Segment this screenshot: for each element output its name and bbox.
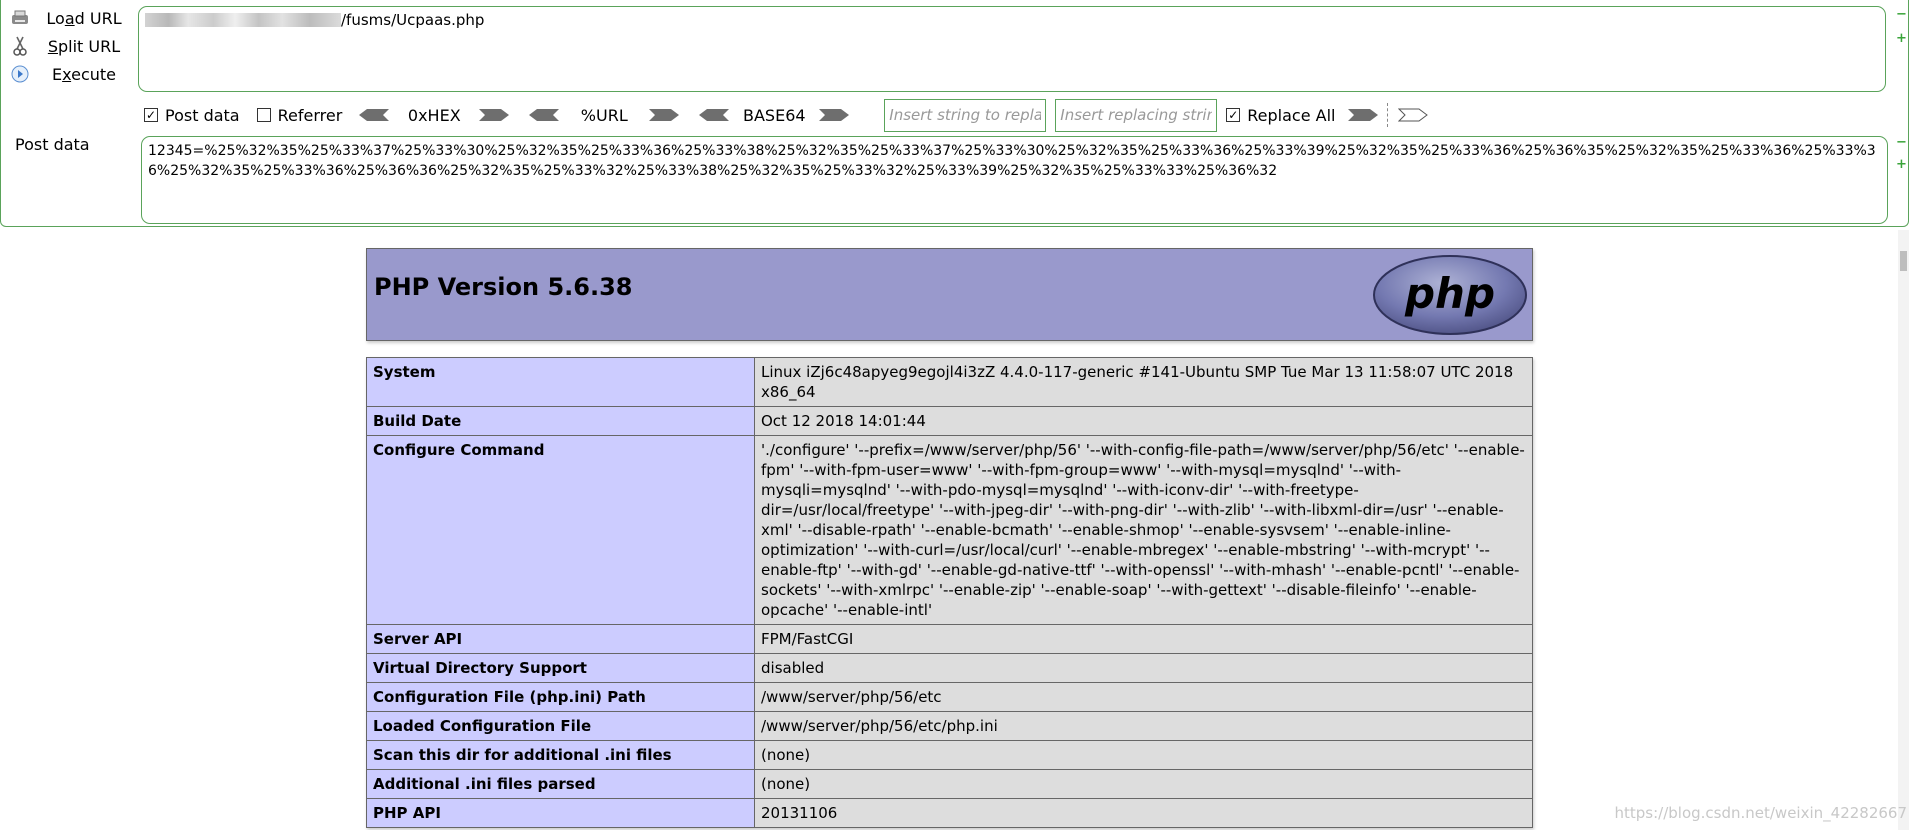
table-row: Virtual Directory Support disabled <box>366 653 1533 683</box>
table-row: Additional .ini files parsed (none) <box>366 769 1533 799</box>
post-data-checkbox[interactable]: ✓ Post data <box>144 106 240 125</box>
split-url-button[interactable]: Split URL <box>9 33 129 59</box>
row-key: Virtual Directory Support <box>366 653 755 683</box>
row-key: Loaded Configuration File <box>366 711 755 741</box>
row-value: './configure' '--prefix=/www/server/php/… <box>754 435 1533 625</box>
scissors-icon <box>9 35 31 57</box>
table-row: Loaded Configuration File/www/server/php… <box>366 711 1533 741</box>
load-url-label: Load URL <box>46 8 122 28</box>
hex-decode-arrow-icon[interactable] <box>359 107 390 123</box>
url-encoder: %URL <box>529 105 680 125</box>
table-row: Configure Command './configure' '--prefix… <box>366 435 1533 625</box>
phpinfo-table: System Linux iZj6c48apyeg9egojl4i3zZ 4.4.… <box>366 357 1533 828</box>
url-minus-button[interactable]: − <box>1896 8 1907 21</box>
replace-string-input[interactable] <box>884 98 1047 132</box>
replace-arrow-icon[interactable] <box>1347 107 1378 123</box>
post-minus-button[interactable]: − <box>1896 136 1907 149</box>
page-title: PHP Version 5.6.38 <box>374 273 633 301</box>
row-key: Build Date <box>366 406 755 436</box>
row-key: PHP API <box>366 798 755 828</box>
execute-label: Execute <box>52 64 116 84</box>
url-plus-button[interactable]: + <box>1896 32 1907 45</box>
url-encode-arrow-icon[interactable] <box>649 107 680 123</box>
phpinfo-header: PHP Version 5.6.38 php <box>366 248 1533 341</box>
row-key: Configuration File (php.ini) Path <box>366 682 755 712</box>
row-value: (none) <box>754 769 1533 799</box>
hex-encoder: 0xHEX <box>359 105 510 125</box>
table-row: Server API FPM/FastCGI <box>366 624 1533 654</box>
url-decode-arrow-icon[interactable] <box>529 107 560 123</box>
php-logo-text: php <box>1404 269 1495 318</box>
table-row: PHP API 20131106 <box>366 798 1533 828</box>
row-value: FPM/FastCGI <box>754 624 1533 654</box>
replace-outline-arrow-icon[interactable] <box>1397 107 1428 123</box>
row-value: 20131106 <box>754 798 1533 828</box>
post-data-input[interactable]: 12345=%25%32%35%25%33%37%25%33%30%25%32%… <box>141 136 1888 224</box>
row-value: Linux iZj6c48apyeg9egojl4i3zZ 4.4.0-117-… <box>754 357 1533 407</box>
play-icon <box>9 63 31 85</box>
row-value: disabled <box>754 653 1533 683</box>
referrer-checkbox-label: Referrer <box>277 105 343 125</box>
url-value: /fusms/Ucpaas.php <box>341 11 485 29</box>
post-data-check-icon: ✓ <box>144 108 158 122</box>
table-row: Build Date Oct 12 2018 14:01:44 <box>366 406 1533 436</box>
page-scrollbar[interactable] <box>1898 230 1909 830</box>
load-url-icon <box>9 7 31 29</box>
php-logo-icon[interactable]: php <box>1372 254 1528 336</box>
redacted-host <box>145 13 341 27</box>
watermark: https://blog.csdn.net/weixin_42282667 <box>1614 804 1907 822</box>
post-data-checkbox-label: Post data <box>165 105 240 125</box>
table-row: System Linux iZj6c48apyeg9egojl4i3zZ 4.4.… <box>366 357 1533 407</box>
replace-all-label: Replace All <box>1247 105 1336 125</box>
split-url-label: Split URL <box>47 36 121 56</box>
separator <box>1386 103 1389 127</box>
base64-encode-arrow-icon[interactable] <box>819 107 850 123</box>
row-key: Additional .ini files parsed <box>366 769 755 799</box>
hex-label: 0xHEX <box>407 105 461 125</box>
post-plus-button[interactable]: + <box>1896 158 1907 171</box>
url-input[interactable]: /fusms/Ucpaas.php <box>138 6 1886 92</box>
row-key: Scan this dir for additional .ini files <box>366 740 755 770</box>
base64-label: BASE64 <box>743 105 806 125</box>
replacing-string-input[interactable] <box>1055 98 1218 132</box>
load-url-button[interactable]: Load URL <box>9 5 129 31</box>
hex-encode-arrow-icon[interactable] <box>479 107 510 123</box>
row-value: (none) <box>754 740 1533 770</box>
row-value: /www/server/php/56/etc <box>754 682 1533 712</box>
row-key: Configure Command <box>366 435 755 625</box>
base64-encoder: BASE64 <box>699 105 850 125</box>
row-value: /www/server/php/56/etc/php.ini <box>754 711 1533 741</box>
post-data-label: Post data <box>15 135 90 154</box>
row-key: System <box>366 357 755 407</box>
row-value: Oct 12 2018 14:01:44 <box>754 406 1533 436</box>
table-row: Configuration File (php.ini) Path/www/se… <box>366 682 1533 712</box>
url-encode-label: %URL <box>580 105 628 125</box>
scrollbar-thumb[interactable] <box>1900 251 1907 271</box>
replace-all-checkbox[interactable]: ✓ Replace All <box>1226 105 1336 125</box>
replace-all-check-icon: ✓ <box>1226 108 1241 122</box>
phpinfo-page: PHP Version 5.6.38 php System Linux iZj6c… <box>366 248 1533 828</box>
options-row: ✓ Post data Referrer 0xHEX %URL BASE64 ✓… <box>144 98 1428 132</box>
base64-decode-arrow-icon[interactable] <box>699 107 730 123</box>
hackbar-toolbar: Load URL Split URL Execute /fusms/Ucpaas… <box>0 0 1909 227</box>
execute-button[interactable]: Execute <box>9 61 129 87</box>
table-row: Scan this dir for additional .ini files(… <box>366 740 1533 770</box>
referrer-checkbox[interactable]: Referrer <box>256 105 343 125</box>
row-key: Server API <box>366 624 755 654</box>
referrer-check-box <box>256 108 271 122</box>
